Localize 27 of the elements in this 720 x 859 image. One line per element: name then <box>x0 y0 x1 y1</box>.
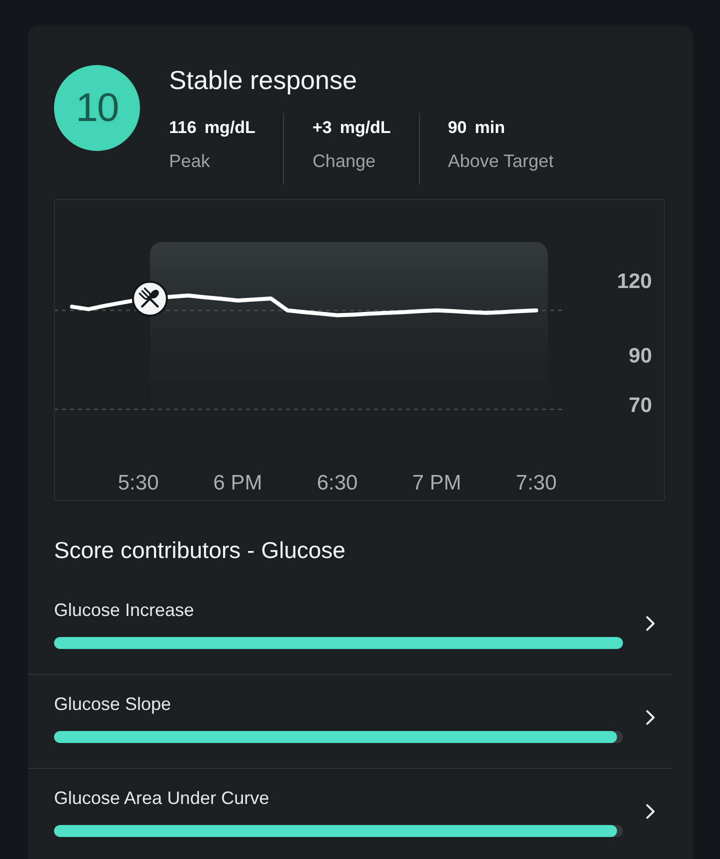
score-badge: 10 <box>54 65 140 151</box>
section-heading: Score contributors - Glucose <box>54 536 346 565</box>
axis-tick-label: 6 PM <box>213 472 262 495</box>
axis-tick-label: 90 <box>628 344 652 368</box>
chevron-icon[interactable] <box>646 616 655 631</box>
stat-value: +3 <box>312 117 332 139</box>
axis-tick-label: 70 <box>628 394 652 417</box>
chevron-icon[interactable] <box>646 710 655 725</box>
contributor-label: Glucose Slope <box>54 693 172 716</box>
response-title: Stable response <box>169 65 358 95</box>
contributor-label: Glucose Area Under Curve <box>54 787 270 810</box>
stat-label: Above Target <box>448 150 554 172</box>
stat-unit: min <box>474 117 505 139</box>
fork-spoon-icon <box>132 280 168 317</box>
stat-value: 90 <box>448 117 467 139</box>
axis-tick-label: 5:30 <box>118 472 159 495</box>
stat-value: 116 <box>169 117 196 139</box>
stat-unit: mg/dL <box>340 117 391 139</box>
chevron-icon[interactable] <box>646 804 655 819</box>
contributor-label: Glucose Increase <box>54 599 196 622</box>
stat-label: Change <box>312 150 376 172</box>
stat-unit: mg/dL <box>204 117 256 139</box>
axis-tick-label: 7:30 <box>516 472 557 495</box>
axis-tick-label: 120 <box>616 270 652 294</box>
axis-tick-label: 7 PM <box>412 472 462 495</box>
axis-tick-label: 6:30 <box>316 472 358 495</box>
stat-label: Peak <box>169 150 212 172</box>
